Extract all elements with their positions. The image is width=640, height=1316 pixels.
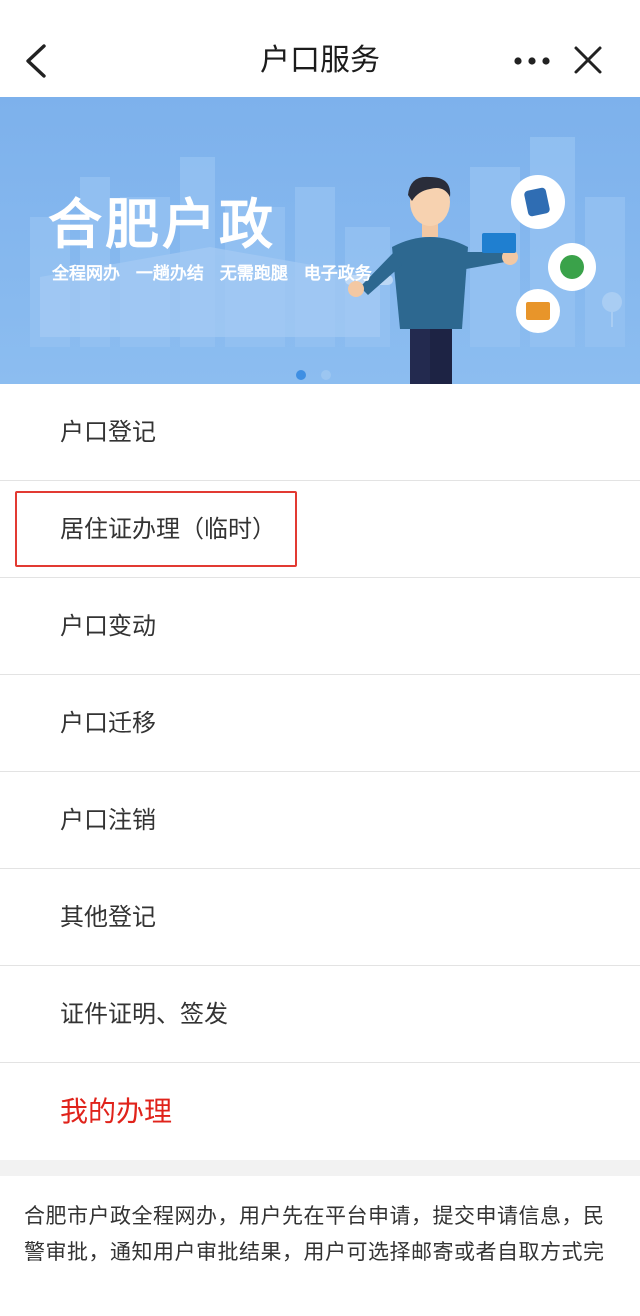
menu-item-other-registration[interactable]: 其他登记	[0, 869, 640, 966]
menu-item-label: 户口迁移	[60, 709, 156, 737]
banner-subtitle: 全程网办 一趟办结 无需跑腿 电子政务	[52, 263, 382, 285]
menu-item-hukou-registration[interactable]: 户口登记	[0, 384, 640, 481]
menu-item-residence-permit[interactable]: 居住证办理（临时）	[0, 481, 640, 578]
menu-item-hukou-cancellation[interactable]: 户口注销	[0, 772, 640, 869]
service-menu: 户口登记 居住证办理（临时） 户口变动 户口迁移 户口注销 其他登记 证件证明、…	[0, 384, 640, 1316]
my-applications-label: 我的办理	[60, 1095, 173, 1128]
top-bar: 户口服务	[0, 0, 640, 97]
more-button[interactable]	[510, 44, 554, 78]
close-button[interactable]	[568, 40, 608, 80]
banner-subtitle-item: 电子政务	[303, 264, 372, 284]
menu-item-hukou-change[interactable]: 户口变动	[0, 578, 640, 675]
menu-item-label: 户口登记	[60, 418, 156, 446]
menu-item-hukou-migration[interactable]: 户口迁移	[0, 675, 640, 772]
chevron-left-icon	[26, 44, 46, 78]
my-applications-button[interactable]: 我的办理	[0, 1063, 640, 1160]
more-dots-icon	[514, 57, 550, 65]
service-description: 合肥市户政全程网办，用户先在平台申请，提交申请信息，民警审批，通知用户审批结果，…	[0, 1176, 640, 1316]
section-divider	[0, 1160, 640, 1176]
back-button[interactable]	[18, 38, 54, 84]
close-icon	[574, 46, 602, 74]
banner-subtitle-item: 一趟办结	[135, 264, 204, 284]
banner-subtitle-item: 全程网办	[52, 264, 120, 284]
menu-item-label: 户口注销	[60, 806, 156, 834]
menu-item-label: 户口变动	[60, 612, 156, 640]
menu-item-label: 居住证办理（临时）	[60, 515, 276, 543]
menu-item-label: 证件证明、签发	[60, 1000, 228, 1028]
menu-item-certificates[interactable]: 证件证明、签发	[0, 966, 640, 1063]
banner[interactable]: 合肥户政 全程网办 一趟办结 无需跑腿 电子政务	[0, 97, 640, 384]
banner-title: 合肥户政	[48, 193, 276, 256]
banner-subtitle-item: 无需跑腿	[219, 264, 288, 284]
menu-item-label: 其他登记	[60, 903, 156, 931]
